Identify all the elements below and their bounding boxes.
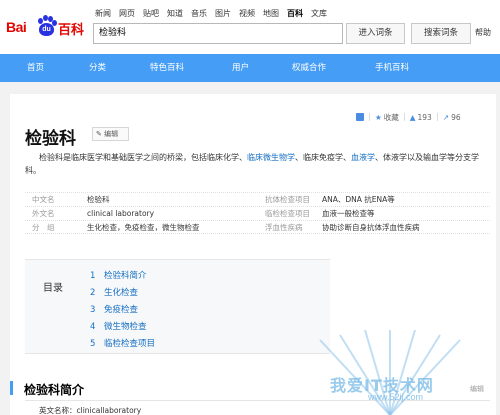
pencil-icon: ✎ xyxy=(96,130,102,138)
basic-info-row: 外文名 clinical laboratory 临检检查项目 血液一般检查等 xyxy=(25,206,490,220)
info-key: 分 组 xyxy=(32,223,55,232)
topnav-video[interactable]: 视频 xyxy=(239,8,255,19)
logo-text-du: du xyxy=(42,26,51,33)
nav-authority[interactable]: 权威合作 xyxy=(292,54,326,82)
toc-label: 临检检查项目 xyxy=(104,339,156,349)
toc-number: 3 xyxy=(90,305,96,315)
search-input[interactable]: 检验科 xyxy=(93,23,343,44)
section-edit-link[interactable]: 编辑 xyxy=(470,384,484,394)
search-entry-button[interactable]: 搜索词条 xyxy=(411,23,471,44)
toc-label: 免疫检查 xyxy=(104,305,139,315)
collect-button[interactable]: ★ 收藏 xyxy=(375,112,399,123)
logo-text-bai: Bai xyxy=(6,19,27,35)
topnav-map[interactable]: 地图 xyxy=(263,8,279,19)
summary-text: 、临床免疫学、 xyxy=(295,153,351,162)
topnav-web[interactable]: 网页 xyxy=(119,8,135,19)
logo-text-baike: 百科 xyxy=(58,23,85,38)
page-title: 检验科 xyxy=(25,129,76,149)
topnav-music[interactable]: 音乐 xyxy=(191,8,207,19)
info-value: ANA、DNA 抗ENA等 xyxy=(322,195,395,204)
info-key: 中文名 xyxy=(32,195,55,204)
info-key: 浮血性疾病 xyxy=(265,223,303,232)
topnav-wenku[interactable]: 文库 xyxy=(311,8,327,19)
toc-item[interactable]: 3 免疫检查 xyxy=(90,303,138,315)
info-value: 血液一般检查等 xyxy=(322,209,375,218)
topnav-tieba[interactable]: 贴吧 xyxy=(143,8,159,19)
add-icon xyxy=(356,113,364,121)
topnav-images[interactable]: 图片 xyxy=(215,8,231,19)
link-clinical-microbiology[interactable]: 临床微生物学 xyxy=(247,153,295,162)
basic-info-row: 分 组 生化检查，免疫检查，微生物检查 浮血性疾病 协助诊断自身抗体浮血性疾病 xyxy=(25,220,490,234)
share-button[interactable]: ↗ 96 xyxy=(443,113,461,122)
info-key: 外文名 xyxy=(32,209,55,218)
info-key: 抗体检查项目 xyxy=(265,195,310,204)
toc-title: 目录 xyxy=(43,283,63,294)
topnav-news[interactable]: 新闻 xyxy=(95,8,111,19)
main-nav: 首页 分类 特色百科 用户 权威合作 手机百科 xyxy=(0,54,500,82)
info-value: 协助诊断自身抗体浮血性疾病 xyxy=(322,223,420,232)
section-title: 检验科简介 xyxy=(24,383,85,397)
entry-toolbar: ★ 收藏 ▲ 193 ↗ 96 xyxy=(356,111,461,123)
nav-home[interactable]: 首页 xyxy=(27,54,44,82)
info-value: 检验科 xyxy=(87,195,110,204)
edit-button[interactable]: ✎ 编辑 xyxy=(92,127,129,141)
topnav-baike[interactable]: 百科 xyxy=(287,8,303,19)
toc-item[interactable]: 1 检验科简介 xyxy=(90,269,147,281)
section-first-line: 英文名称：clinicallaboratory xyxy=(39,406,142,415)
enter-entry-button[interactable]: 进入词条 xyxy=(346,23,405,44)
nav-mobile[interactable]: 手机百科 xyxy=(375,54,409,82)
info-key: 临检检查项目 xyxy=(265,209,310,218)
content-card xyxy=(10,94,496,415)
toc-label: 微生物检查 xyxy=(104,322,147,332)
help-link[interactable]: 帮助 xyxy=(475,27,491,38)
link-hematology[interactable]: 血液学 xyxy=(351,153,375,162)
share-icon: ↗ xyxy=(442,112,450,122)
section-divider xyxy=(25,400,490,401)
summary-text: 检验科是临床医学和基础医学之间的桥梁，包括临床化学、 xyxy=(39,153,247,162)
like-count: 193 xyxy=(417,112,432,122)
nav-user[interactable]: 用户 xyxy=(232,54,249,82)
basic-info-row: 中文名 检验科 抗体检查项目 ANA、DNA 抗ENA等 xyxy=(25,192,490,206)
like-button[interactable]: ▲ 193 xyxy=(410,113,432,122)
summary-paragraph: 检验科是临床医学和基础医学之间的桥梁，包括临床化学、临床微生物学、临床免疫学、血… xyxy=(25,151,491,177)
toc-item[interactable]: 5 临检检查项目 xyxy=(90,337,155,349)
collect-label: 收藏 xyxy=(383,112,399,122)
nav-category[interactable]: 分类 xyxy=(89,54,106,82)
baidu-baike-logo[interactable]: Bai du 百科 xyxy=(6,15,90,41)
edit-label: 编辑 xyxy=(104,130,119,138)
section-marker xyxy=(10,381,13,395)
topnav-zhidao[interactable]: 知道 xyxy=(167,8,183,19)
add-button[interactable] xyxy=(356,113,364,121)
star-icon: ★ xyxy=(375,112,382,122)
paw-icon: du xyxy=(36,15,57,37)
toc-number: 2 xyxy=(90,288,96,298)
toc-number: 1 xyxy=(90,271,96,281)
table-of-contents: 目录 1 检验科简介 2 生化检查 3 免疫检查 4 微生物检查 5 临检检查项目 xyxy=(25,259,330,354)
toc-number: 5 xyxy=(90,339,96,349)
toc-number: 4 xyxy=(90,322,96,332)
toc-item[interactable]: 4 微生物检查 xyxy=(90,320,147,332)
thumbs-up-icon: ▲ xyxy=(409,112,416,122)
nav-featured[interactable]: 特色百科 xyxy=(150,54,184,82)
toc-item[interactable]: 2 生化检查 xyxy=(90,286,138,298)
info-value: 生化检查，免疫检查，微生物检查 xyxy=(87,223,200,232)
share-count: 96 xyxy=(451,112,461,122)
info-value: clinical laboratory xyxy=(87,209,155,218)
product-nav: 新闻 网页 贴吧 知道 音乐 图片 视频 地图 百科 文库 xyxy=(95,8,327,19)
toc-label: 生化检查 xyxy=(104,288,139,298)
toc-label: 检验科简介 xyxy=(104,271,147,281)
header: Bai du 百科 新闻 网页 贴吧 知道 音乐 图片 视频 地图 百科 文库 … xyxy=(0,0,500,54)
